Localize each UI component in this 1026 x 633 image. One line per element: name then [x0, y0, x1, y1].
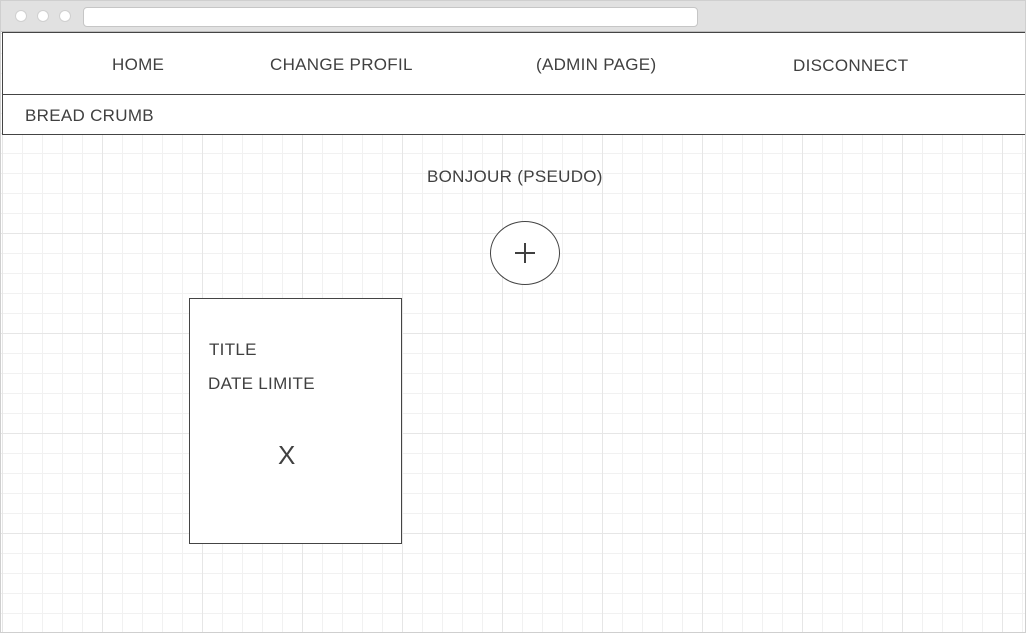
task-card: TITLE DATE LIMITE X	[189, 298, 402, 544]
nav-home-link[interactable]: HOME	[112, 55, 164, 75]
address-bar[interactable]	[83, 7, 698, 27]
main-nav: HOME CHANGE PROFIL (ADMIN PAGE) DISCONNE…	[2, 32, 1025, 95]
browser-window: HOME CHANGE PROFIL (ADMIN PAGE) DISCONNE…	[0, 0, 1026, 633]
breadcrumb: BREAD CRUMB	[2, 94, 1025, 135]
card-date-limite: DATE LIMITE	[208, 374, 315, 393]
plus-icon	[515, 243, 535, 263]
window-minimize-dot[interactable]	[37, 10, 49, 22]
window-close-dot[interactable]	[15, 10, 27, 22]
add-task-button[interactable]	[490, 221, 560, 285]
browser-toolbar	[1, 1, 1025, 32]
card-title: TITLE	[209, 340, 257, 359]
card-delete-button[interactable]: X	[278, 440, 295, 470]
greeting-text: BONJOUR (PSEUDO)	[427, 167, 603, 186]
nav-change-profil-link[interactable]: CHANGE PROFIL	[270, 55, 413, 75]
nav-disconnect-link[interactable]: DISCONNECT	[793, 56, 908, 76]
nav-admin-page-link[interactable]: (ADMIN PAGE)	[536, 55, 656, 75]
breadcrumb-label[interactable]: BREAD CRUMB	[25, 106, 154, 126]
window-maximize-dot[interactable]	[59, 10, 71, 22]
